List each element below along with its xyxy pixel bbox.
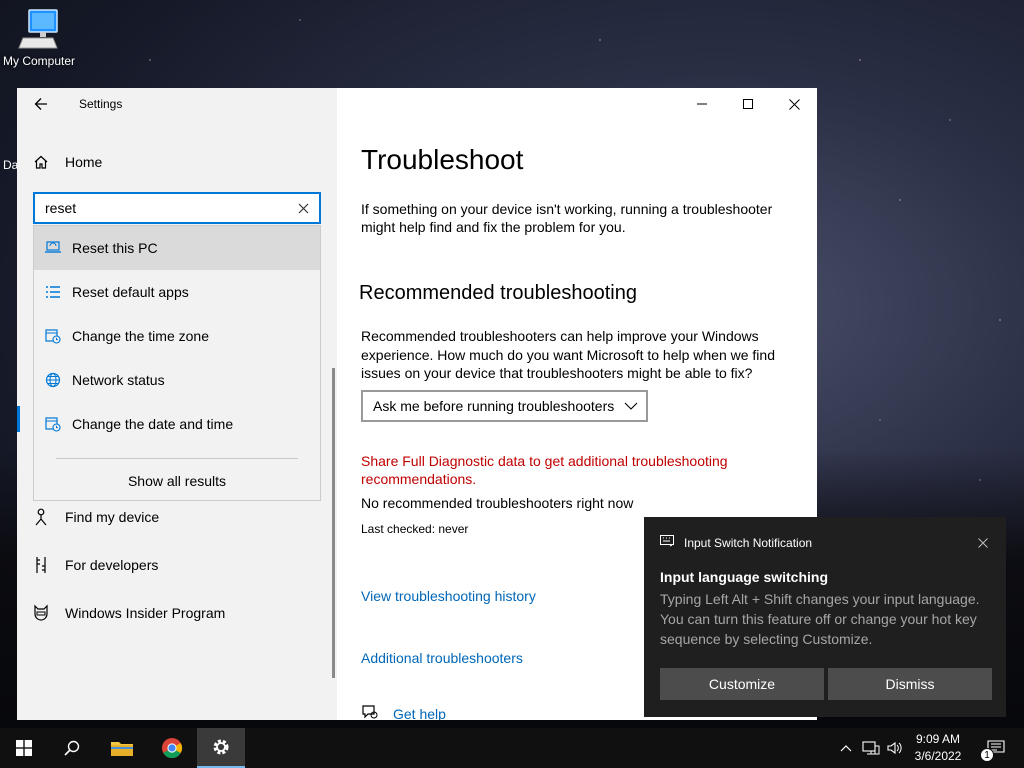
suggestion-label: Change the time zone: [72, 328, 209, 344]
taskbar-clock[interactable]: 9:09 AM 3/6/2022: [904, 731, 972, 765]
recommended-description: Recommended troubleshooters can help imp…: [361, 328, 775, 381]
get-help-label: Get help: [393, 705, 446, 721]
search-button[interactable]: [48, 728, 96, 768]
clock-calendar-icon: [34, 328, 72, 344]
volume-tray-button[interactable]: [884, 728, 906, 768]
home-nav-item[interactable]: Home: [17, 144, 337, 180]
notification-title: Input language switching: [660, 569, 828, 585]
folder-icon: [111, 742, 133, 756]
chevron-up-icon: [840, 745, 852, 752]
network-icon: [862, 741, 880, 755]
taskbar: 9:09 AM 3/6/2022 1: [0, 728, 1024, 768]
action-center-button[interactable]: 1: [976, 728, 1016, 768]
search-input[interactable]: [35, 200, 287, 216]
select-value: Ask me before running troubleshooters: [373, 398, 615, 414]
maximize-button[interactable]: [725, 88, 771, 120]
clock-calendar-icon: [34, 416, 72, 432]
clock-time: 9:09 AM: [915, 732, 961, 746]
suggestion-reset-this-pc[interactable]: Reset this PC: [34, 226, 320, 270]
suggestion-label: Change the date and time: [72, 416, 234, 432]
minimize-button[interactable]: [679, 88, 725, 120]
back-arrow-icon: [34, 98, 47, 110]
sidebar-item-label: Find my device: [65, 509, 160, 525]
minimize-icon: [697, 103, 707, 105]
notification-app-name: Input Switch Notification: [684, 535, 813, 550]
troubleshoot-preference-select[interactable]: Ask me before running troubleshooters: [361, 390, 648, 422]
dismiss-button[interactable]: Dismiss: [828, 668, 992, 700]
notification-body: Typing Left Alt + Shift changes your inp…: [660, 591, 980, 647]
back-button[interactable]: [17, 88, 65, 120]
suggestion-change-time-zone[interactable]: Change the time zone: [34, 314, 320, 358]
share-diagnostic-data-link[interactable]: Share Full Diagnostic data to get additi…: [361, 452, 791, 488]
person-locate-icon: [17, 508, 65, 526]
recommended-heading: Recommended troubleshooting: [359, 282, 637, 304]
customize-button[interactable]: Customize: [660, 668, 824, 700]
notification-header: Input Switch Notification: [660, 535, 812, 550]
sidebar-item-windows-insider[interactable]: Windows Insider Program: [17, 593, 337, 633]
list-apps-icon: [34, 285, 72, 299]
chrome-button[interactable]: [148, 728, 196, 768]
settings-taskbar-button[interactable]: [197, 728, 245, 768]
show-all-results-button[interactable]: Show all results: [34, 459, 320, 489]
title-bar: Settings: [17, 88, 337, 120]
file-explorer-button[interactable]: [98, 728, 146, 768]
home-label: Home: [65, 154, 103, 170]
sidebar-item-label: For developers: [65, 557, 159, 573]
chevron-down-icon: [616, 402, 646, 410]
network-tray-button[interactable]: [860, 728, 882, 768]
search-suggestions-dropdown: Reset this PC Reset default apps Change …: [33, 225, 321, 501]
show-hidden-icons-button[interactable]: [836, 728, 856, 768]
suggestion-network-status[interactable]: Network status: [34, 358, 320, 402]
close-icon: [978, 538, 988, 548]
chrome-icon: [162, 738, 183, 759]
page-title: Troubleshoot: [361, 144, 524, 175]
desktop-icon-label: My Computer: [2, 54, 76, 68]
selected-nav-indicator: [17, 406, 20, 432]
notification-count-badge: 1: [980, 748, 994, 762]
suggestion-label: Network status: [72, 372, 165, 388]
clock-date: 3/6/2022: [914, 749, 962, 763]
additional-troubleshooters-link[interactable]: Additional troubleshooters: [361, 650, 523, 666]
page-intro: If something on your device isn't workin…: [361, 201, 773, 235]
settings-sidebar: Settings Home Find my device For d: [17, 88, 337, 720]
no-recommended-text: No recommended troubleshooters right now: [361, 495, 634, 511]
desktop-icon-my-computer[interactable]: My Computer: [0, 8, 78, 68]
app-title: Settings: [79, 97, 123, 111]
chat-help-icon: [361, 704, 393, 720]
insider-ninja-cat-icon: [17, 604, 65, 622]
globe-icon: [34, 372, 72, 388]
get-help-link[interactable]: Get help: [361, 704, 446, 720]
search-icon: [64, 740, 80, 756]
home-icon: [17, 154, 65, 170]
settings-search-box[interactable]: [33, 192, 321, 224]
sidebar-item-label: Windows Insider Program: [65, 605, 226, 621]
suggestion-reset-default-apps[interactable]: Reset default apps: [34, 270, 320, 314]
suggestion-label: Reset default apps: [72, 284, 189, 300]
maximize-icon: [743, 99, 753, 109]
developer-tools-icon: [17, 556, 65, 574]
close-button[interactable]: [771, 88, 817, 120]
sidebar-item-for-developers[interactable]: For developers: [17, 545, 337, 585]
start-button[interactable]: [0, 728, 48, 768]
input-switch-notification: Input Switch Notification Input language…: [644, 517, 1006, 717]
last-checked-text: Last checked: never: [361, 522, 469, 536]
suggestion-change-date-time[interactable]: Change the date and time: [34, 402, 320, 446]
close-icon: [788, 98, 800, 110]
volume-icon: [887, 741, 902, 755]
computer-icon: [17, 8, 61, 52]
window-controls: [679, 88, 817, 120]
clear-search-button[interactable]: [287, 194, 319, 222]
windows-logo-icon: [16, 740, 32, 756]
suggestion-label: Reset this PC: [72, 240, 158, 256]
sidebar-item-find-my-device[interactable]: Find my device: [17, 497, 337, 537]
view-history-link[interactable]: View troubleshooting history: [361, 588, 536, 604]
keyboard-icon: [660, 535, 674, 550]
laptop-reset-icon: [34, 240, 72, 256]
notification-close-button[interactable]: [978, 535, 988, 553]
close-icon: [298, 203, 308, 213]
gear-icon: [213, 739, 229, 755]
sidebar-scrollbar[interactable]: [332, 368, 335, 678]
